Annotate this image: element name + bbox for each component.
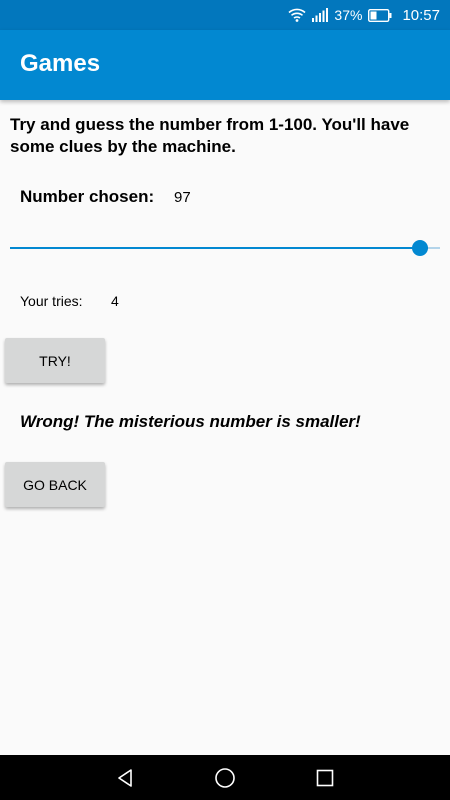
clock: 10:57 — [402, 6, 440, 24]
number-chosen-label: Number chosen: — [20, 187, 155, 206]
slider-track-rest — [428, 247, 440, 249]
recent-square-icon[interactable] — [295, 755, 355, 800]
slider-thumb[interactable] — [412, 240, 429, 256]
instructions-text: Try and guess the number from 1-100. You… — [10, 115, 410, 156]
signal-icon — [312, 8, 329, 22]
home-circle-icon[interactable] — [195, 755, 255, 800]
back-triangle-icon[interactable] — [95, 755, 155, 800]
navigation-bar — [0, 755, 450, 800]
slider-track — [10, 247, 440, 249]
try-button[interactable]: TRY! — [5, 338, 105, 383]
status-bar: 37% 10:57 — [0, 0, 450, 30]
status-indicators: 37% 10:57 — [288, 0, 440, 30]
battery-icon — [368, 8, 392, 22]
number-slider[interactable] — [10, 238, 440, 258]
page-title: Games — [20, 50, 101, 77]
tries-label: Your tries: — [20, 293, 83, 309]
app-bar: Games — [0, 30, 450, 100]
result-message: Wrong! The misterious number is smaller! — [20, 412, 361, 431]
wifi-icon — [288, 8, 306, 22]
number-chosen-value: 97 — [174, 189, 191, 206]
tries-value: 4 — [111, 293, 119, 309]
battery-percent: 37% — [334, 7, 363, 23]
go-back-button[interactable]: GO BACK — [5, 462, 105, 507]
